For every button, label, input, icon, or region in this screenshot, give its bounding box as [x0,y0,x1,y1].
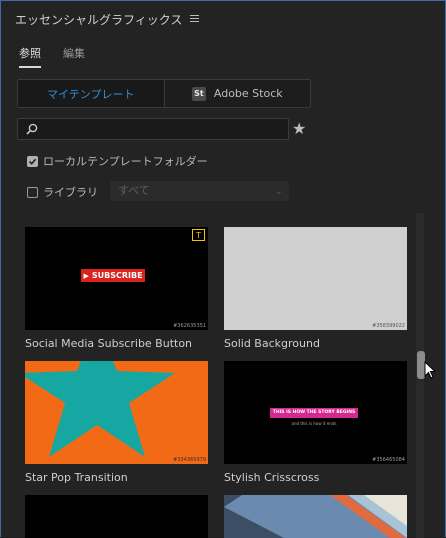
libraries-label: ライブラリ [43,186,98,199]
hamburger-icon[interactable] [190,15,200,23]
template-thumbnail: ▶ SUBSCRIBE T #362635351 [25,227,208,330]
local-templates-label: ローカルテンプレートフォルダー [43,155,208,168]
local-templates-filter[interactable]: ローカルテンプレートフォルダー [27,153,208,169]
template-label: Star Pop Transition [25,471,128,484]
libraries-checkbox[interactable] [27,186,38,198]
missing-font-icon: T [192,229,205,241]
essential-graphics-panel: エッセンシャルグラフィックス 参照 編集 マイテンプレート St Adobe S… [0,0,446,538]
template-label: Stylish Crisscross [224,471,320,484]
tab-browse[interactable]: 参照 [19,45,41,68]
headline-text: THIS IS HOW THE STORY BEGINS [272,410,356,415]
adobe-stock-label: Adobe Stock [213,87,283,100]
diagonal-stripes [224,495,407,538]
tab-edit[interactable]: 編集 [63,45,85,68]
libraries-filter[interactable]: ライブラリ [27,184,98,200]
chevron-down-icon: ⌄ [274,186,283,197]
favorites-star-icon[interactable]: ★ [292,119,306,139]
subscribe-button-preview: ▶ SUBSCRIBE [81,269,145,282]
stock-id: #358399022 [372,323,405,329]
template-thumbnail: THIS IS HOW THE STORY BEGINS and this is… [224,361,407,464]
search-icon [26,123,38,135]
mouse-cursor-icon [424,361,436,379]
adobe-stock-button[interactable]: St Adobe Stock [165,80,311,107]
star-shape [25,361,175,457]
template-thumbnail: #334365979 [25,361,208,464]
panel-header: エッセンシャルグラフィックス [15,10,200,28]
stock-id: #334365979 [173,457,206,463]
template-thumbnail: #358399022 [224,227,407,330]
search-input[interactable] [17,118,289,140]
template-thumbnail [25,495,208,538]
template-label: Solid Background [224,337,320,350]
tab-bar: 参照 編集 [19,45,85,68]
play-icon: ▶ [83,271,89,280]
template-thumbnail [224,495,407,538]
stock-id: #362635351 [173,323,206,329]
local-templates-checkbox[interactable] [27,155,38,167]
subscribe-button-text: SUBSCRIBE [91,271,143,280]
source-toggle: マイテンプレート St Adobe Stock [17,79,311,108]
stock-id: #356465084 [372,457,405,463]
panel-title: エッセンシャルグラフィックス [15,12,183,27]
checkmark-icon [28,158,37,165]
grid-top-edge [25,205,408,217]
subline-text: and this is how it ends [291,421,337,426]
headline-bar: THIS IS HOW THE STORY BEGINS [270,408,358,418]
libraries-dropdown[interactable]: すべて ⌄ [110,181,289,201]
my-templates-button[interactable]: マイテンプレート [18,80,165,107]
libraries-dropdown-value: すべて [118,184,150,197]
template-label: Social Media Subscribe Button [25,337,193,350]
adobe-stock-icon: St [191,86,206,101]
my-templates-label: マイテンプレート [47,87,135,101]
